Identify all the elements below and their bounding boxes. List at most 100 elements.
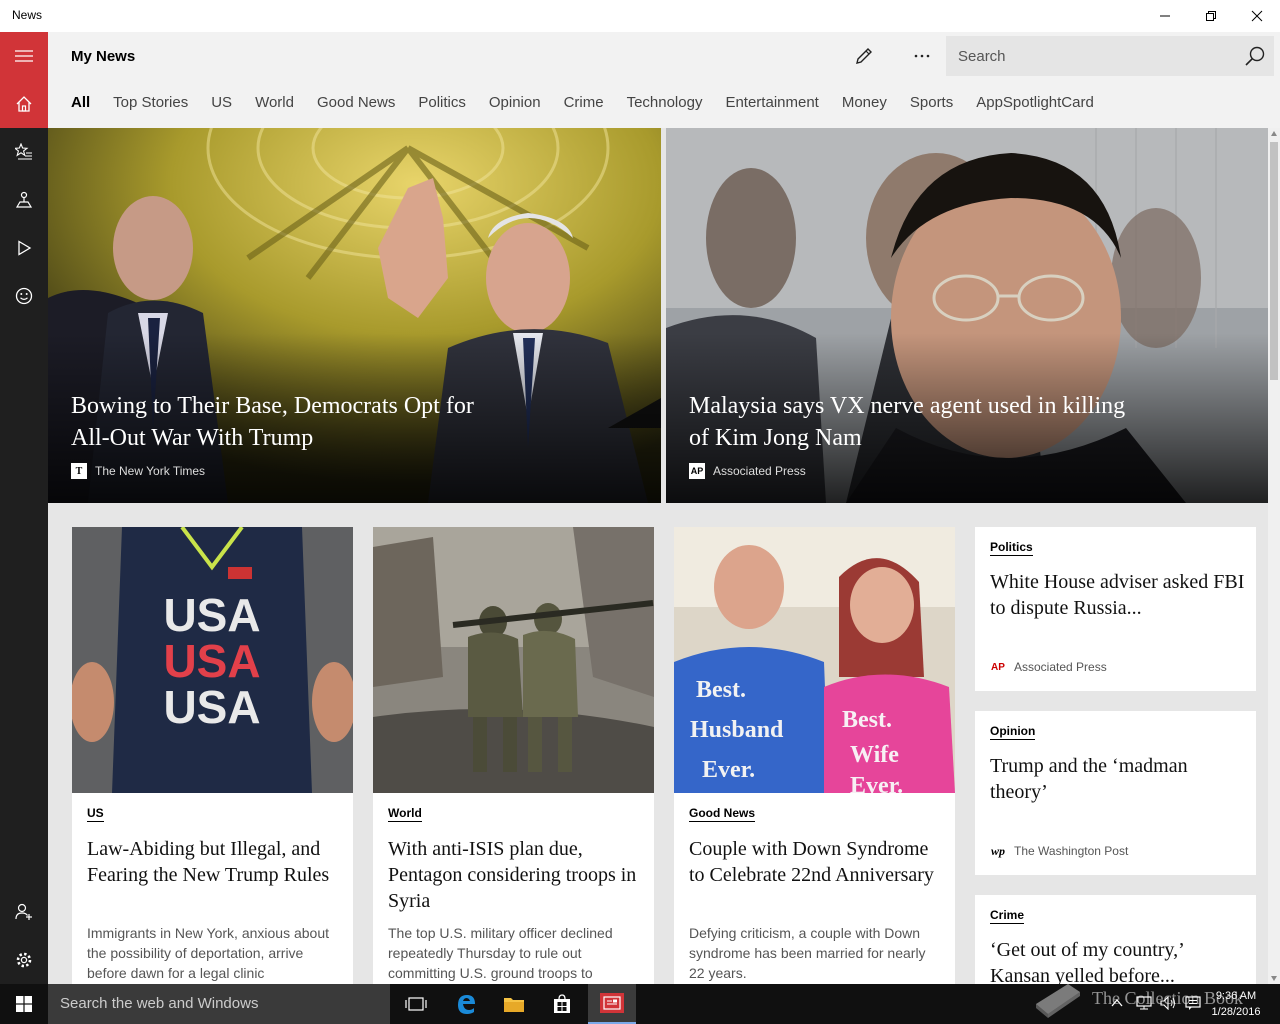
play-icon [18, 240, 32, 256]
task-view-icon [405, 997, 427, 1011]
side-card-politics[interactable]: Politics White House adviser asked FBI t… [975, 527, 1256, 691]
tab-all[interactable]: All [71, 94, 90, 111]
search-box [946, 36, 1274, 76]
start-button[interactable] [0, 984, 48, 1024]
hero-title[interactable]: Malaysia says VX nerve agent used in kil… [689, 390, 1129, 454]
hero-article-2[interactable]: Malaysia says VX nerve agent used in kil… [666, 128, 1268, 503]
tab-top-stories[interactable]: Top Stories [113, 94, 188, 111]
side-card-opinion[interactable]: Opinion Trump and the ‘madman theory’ wp… [975, 711, 1256, 875]
vertical-scrollbar[interactable] [1268, 128, 1280, 984]
card-category[interactable]: US [87, 806, 104, 822]
source-name: The New York Times [95, 464, 206, 478]
card-title[interactable]: Couple with Down Syndrome to Celebrate 2… [689, 836, 939, 888]
card-source: wp The Washington Post [990, 843, 1128, 859]
card-description: Immigrants in New York, anxious about th… [87, 925, 330, 981]
folder-icon [504, 998, 524, 1012]
card-category[interactable]: Good News [689, 806, 756, 822]
scroll-up-icon[interactable] [1270, 130, 1278, 138]
nyt-logo-icon: T [71, 463, 87, 479]
news-app-icon [600, 993, 624, 1013]
shirt-text-left-3: Ever. [702, 757, 755, 783]
hero-article-1[interactable]: Bowing to Their Base, Democrats Opt for … [48, 128, 661, 503]
search-input[interactable] [946, 36, 1236, 76]
sidebar-item-local[interactable] [0, 176, 48, 224]
restore-button[interactable] [1188, 0, 1234, 32]
card-photo-couple: Best. Husband Ever. Best. Wife Ever. [674, 527, 955, 793]
article-card-us[interactable]: USA USA USA US Law-Abiding but Illegal, … [72, 527, 353, 984]
tab-good-news[interactable]: Good News [317, 94, 395, 111]
ap-logo-icon: AP [689, 463, 705, 479]
shirt-text-left-1: Best. [696, 677, 746, 703]
side-card-crime[interactable]: Crime ‘Get out of my country,’ Kansan ye… [975, 895, 1256, 984]
card-photo-usa-shirt: USA USA USA [72, 527, 353, 793]
source-name: The Washington Post [1014, 844, 1129, 858]
nav-sidebar [0, 32, 48, 984]
taskbar-search-input[interactable]: Search the web and Windows [48, 984, 390, 1024]
taskbar-store-button[interactable] [538, 984, 586, 1024]
minimize-icon [1160, 15, 1170, 17]
tab-crime[interactable]: Crime [564, 94, 604, 111]
ap-logo-icon: AP [991, 661, 1005, 673]
gear-icon [16, 952, 32, 968]
card-title[interactable]: Law-Abiding but Illegal, and Fearing the… [87, 836, 337, 888]
category-tabs: All Top Stories US World Good News Politics Op… [71, 94, 1117, 116]
sidebar-item-account[interactable] [0, 888, 48, 936]
card-category[interactable]: World [388, 806, 422, 822]
shirt-text-right-3: Ever. [850, 773, 903, 793]
sidebar-item-feedback[interactable] [0, 272, 48, 320]
tab-politics[interactable]: Politics [418, 94, 466, 111]
tab-money[interactable]: Money [842, 94, 887, 111]
tab-entertainment[interactable]: Entertainment [725, 94, 818, 111]
card-category[interactable]: Crime [990, 908, 1025, 924]
tab-sports[interactable]: Sports [910, 94, 953, 111]
sidebar-item-video[interactable] [0, 224, 48, 272]
hero-source: AP Associated Press [689, 463, 806, 479]
tab-us[interactable]: US [211, 94, 232, 111]
taskbar-explorer-button[interactable] [490, 984, 538, 1024]
card-category[interactable]: Politics [990, 540, 1033, 556]
shirt-text-left-2: Husband [690, 717, 784, 743]
sidebar-item-home[interactable] [0, 80, 48, 128]
hero-title[interactable]: Bowing to Their Base, Democrats Opt for … [71, 390, 511, 454]
sidebar-item-interests[interactable] [0, 128, 48, 176]
hamburger-icon [15, 50, 33, 62]
shirt-text-line-2: USA [163, 635, 260, 687]
source-name: Associated Press [713, 464, 806, 478]
page-header: My News All Top Stories US World Good News Po… [48, 32, 1280, 128]
article-card-world[interactable]: World With anti-ISIS plan due, Pentagon … [373, 527, 654, 984]
card-title[interactable]: With anti-ISIS plan due, Pentagon consid… [388, 836, 638, 914]
taskbar-edge-button[interactable] [442, 984, 490, 1024]
card-title[interactable]: White House adviser asked FBI to dispute… [990, 569, 1245, 621]
search-icon[interactable] [1244, 45, 1266, 67]
shirt-text-line-3: USA [163, 681, 260, 733]
edit-button[interactable] [846, 44, 882, 68]
sidebar-item-settings[interactable] [0, 936, 48, 984]
task-view-button[interactable] [392, 984, 440, 1024]
close-button[interactable] [1234, 0, 1280, 32]
tab-app-spotlight[interactable]: AppSpotlightCard [976, 94, 1094, 111]
hero-source: T The New York Times [71, 463, 205, 479]
more-icon [914, 54, 930, 58]
taskbar-news-button[interactable] [588, 984, 636, 1024]
add-user-icon [15, 903, 32, 920]
card-title[interactable]: Trump and the ‘madman theory’ [990, 753, 1245, 805]
hamburger-button[interactable] [0, 32, 48, 80]
washington-post-logo-icon: wp [990, 843, 1005, 858]
tab-opinion[interactable]: Opinion [489, 94, 541, 111]
tab-world[interactable]: World [255, 94, 294, 111]
minimize-button[interactable] [1142, 0, 1188, 32]
article-card-good-news[interactable]: Best. Husband Ever. Best. Wife Ever. Goo… [674, 527, 955, 984]
close-icon [1251, 10, 1263, 22]
shirt-text-line-1: USA [163, 589, 260, 641]
card-category[interactable]: Opinion [990, 724, 1036, 740]
shirt-text-right-1: Best. [842, 707, 892, 733]
more-button[interactable] [904, 44, 940, 68]
card-description: The top U.S. military officer declined r… [388, 925, 613, 981]
card-source: AP Associated Press [990, 659, 1107, 675]
news-feed: Bowing to Their Base, Democrats Opt for … [48, 128, 1268, 984]
card-photo-soldiers [373, 527, 654, 793]
scrollbar-thumb[interactable] [1270, 142, 1278, 380]
card-description: Defying criticism, a couple with Down sy… [689, 925, 926, 981]
tab-technology[interactable]: Technology [627, 94, 703, 111]
app-title: News [12, 8, 43, 22]
